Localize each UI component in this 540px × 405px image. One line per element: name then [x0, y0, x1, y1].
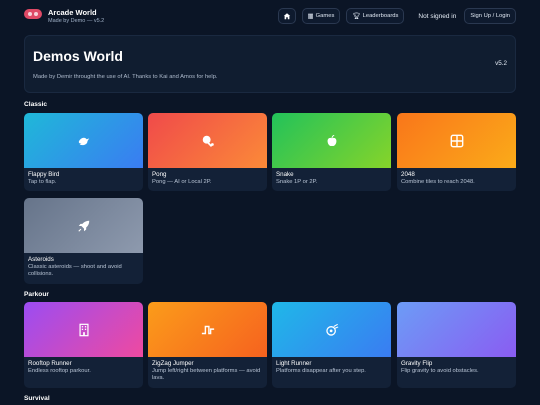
- section-title-classic: Classic: [24, 101, 48, 108]
- signup-login-label: Sign Up / Login: [470, 13, 510, 19]
- card-description: Jump left/right between platforms — avoi…: [152, 368, 261, 381]
- signup-login-button[interactable]: Sign Up / Login: [464, 8, 516, 24]
- hero-panel: Demos World Made by Demir throught the u…: [24, 35, 516, 93]
- card-art: [148, 113, 267, 168]
- card-title: Gravity Flip: [401, 360, 433, 367]
- card-description: Tap to flap.: [28, 179, 57, 185]
- section-title-survival: Survival: [24, 395, 50, 402]
- app-title: Arcade World: [48, 8, 97, 17]
- card-art: [397, 302, 516, 357]
- home-button[interactable]: [277, 8, 296, 24]
- card-title: Pong: [152, 171, 167, 178]
- card-art: [272, 302, 391, 357]
- card-art: [24, 302, 143, 357]
- game-card-snake[interactable]: Snake Snake 1P or 2P.: [272, 113, 391, 191]
- card-description: Flip gravity to avoid obstacles.: [401, 368, 479, 374]
- card-title: Light Runner: [276, 360, 312, 367]
- card-title: Asteroids: [28, 256, 54, 263]
- building-icon: [78, 323, 89, 336]
- brand[interactable]: Arcade World Made by Demo — v5.2: [48, 8, 104, 26]
- app-subtitle: Made by Demo — v5.2: [48, 18, 105, 24]
- card-description: Snake 1P or 2P.: [276, 179, 318, 185]
- card-description: Combine tiles to reach 2048.: [401, 179, 475, 185]
- top-nav: ▦ Games 🏆︎ Leaderboards Not signed in Si…: [272, 8, 516, 24]
- leaderboards-label: Leaderboards: [362, 13, 399, 19]
- card-description: Endless rooftop parkour.: [28, 368, 91, 374]
- comet-icon: [325, 323, 338, 336]
- game-card-light-runner[interactable]: Light Runner Platforms disappear after y…: [272, 302, 391, 388]
- game-card-asteroids[interactable]: Asteroids Classic asteroids — shoot and …: [24, 198, 143, 284]
- card-description: Classic asteroids — shoot and avoid coll…: [28, 264, 122, 277]
- card-title: ZigZag Jumper: [152, 360, 194, 367]
- version-label: v5.2: [495, 60, 507, 67]
- card-title: Rooftop Runner: [28, 360, 72, 367]
- trophy-icon: 🏆︎: [352, 13, 361, 20]
- ping-pong-icon: [202, 135, 214, 147]
- card-art: [148, 302, 267, 357]
- hero-description: Made by Demir throught the use of AI. Th…: [33, 74, 218, 80]
- games-label: Games: [315, 13, 335, 19]
- card-art: [24, 113, 143, 168]
- card-art: [24, 198, 143, 253]
- games-button[interactable]: ▦ Games: [301, 8, 341, 24]
- gamepad-logo-icon: [24, 9, 42, 19]
- card-art: [397, 113, 516, 168]
- hero-title: Demos World: [33, 48, 123, 64]
- grid-icon: [450, 134, 463, 147]
- card-title: Snake: [276, 171, 294, 178]
- game-card-2048[interactable]: 2048 Combine tiles to reach 2048.: [397, 113, 516, 191]
- leaderboards-button[interactable]: 🏆︎ Leaderboards: [346, 8, 405, 24]
- apple-icon: [327, 134, 336, 146]
- game-card-gravity-flip[interactable]: Gravity Flip Flip gravity to avoid obsta…: [397, 302, 516, 388]
- card-description: Pong — AI or Local 2P.: [152, 179, 212, 185]
- card-title: Flappy Bird: [28, 171, 60, 178]
- section-title-parkour: Parkour: [24, 291, 49, 298]
- top-bar: Arcade World Made by Demo — v5.2 ▦ Games…: [0, 0, 540, 34]
- card-art: [272, 113, 391, 168]
- game-card-rooftop-runner[interactable]: Rooftop Runner Endless rooftop parkour.: [24, 302, 143, 388]
- zigzag-icon: [201, 325, 214, 334]
- grid-icon: ▦: [307, 13, 314, 20]
- game-card-pong[interactable]: Pong Pong — AI or Local 2P.: [148, 113, 267, 191]
- rocket-icon: [77, 220, 89, 232]
- sign-in-status: Not signed in: [418, 12, 457, 20]
- bird-icon: [78, 137, 89, 145]
- card-title: 2048: [401, 171, 415, 178]
- card-description: Platforms disappear after you step.: [276, 368, 366, 374]
- game-card-flappy-bird[interactable]: Flappy Bird Tap to flap.: [24, 113, 143, 191]
- home-icon: [283, 13, 290, 20]
- game-card-zigzag-jumper[interactable]: ZigZag Jumper Jump left/right between pl…: [148, 302, 267, 388]
